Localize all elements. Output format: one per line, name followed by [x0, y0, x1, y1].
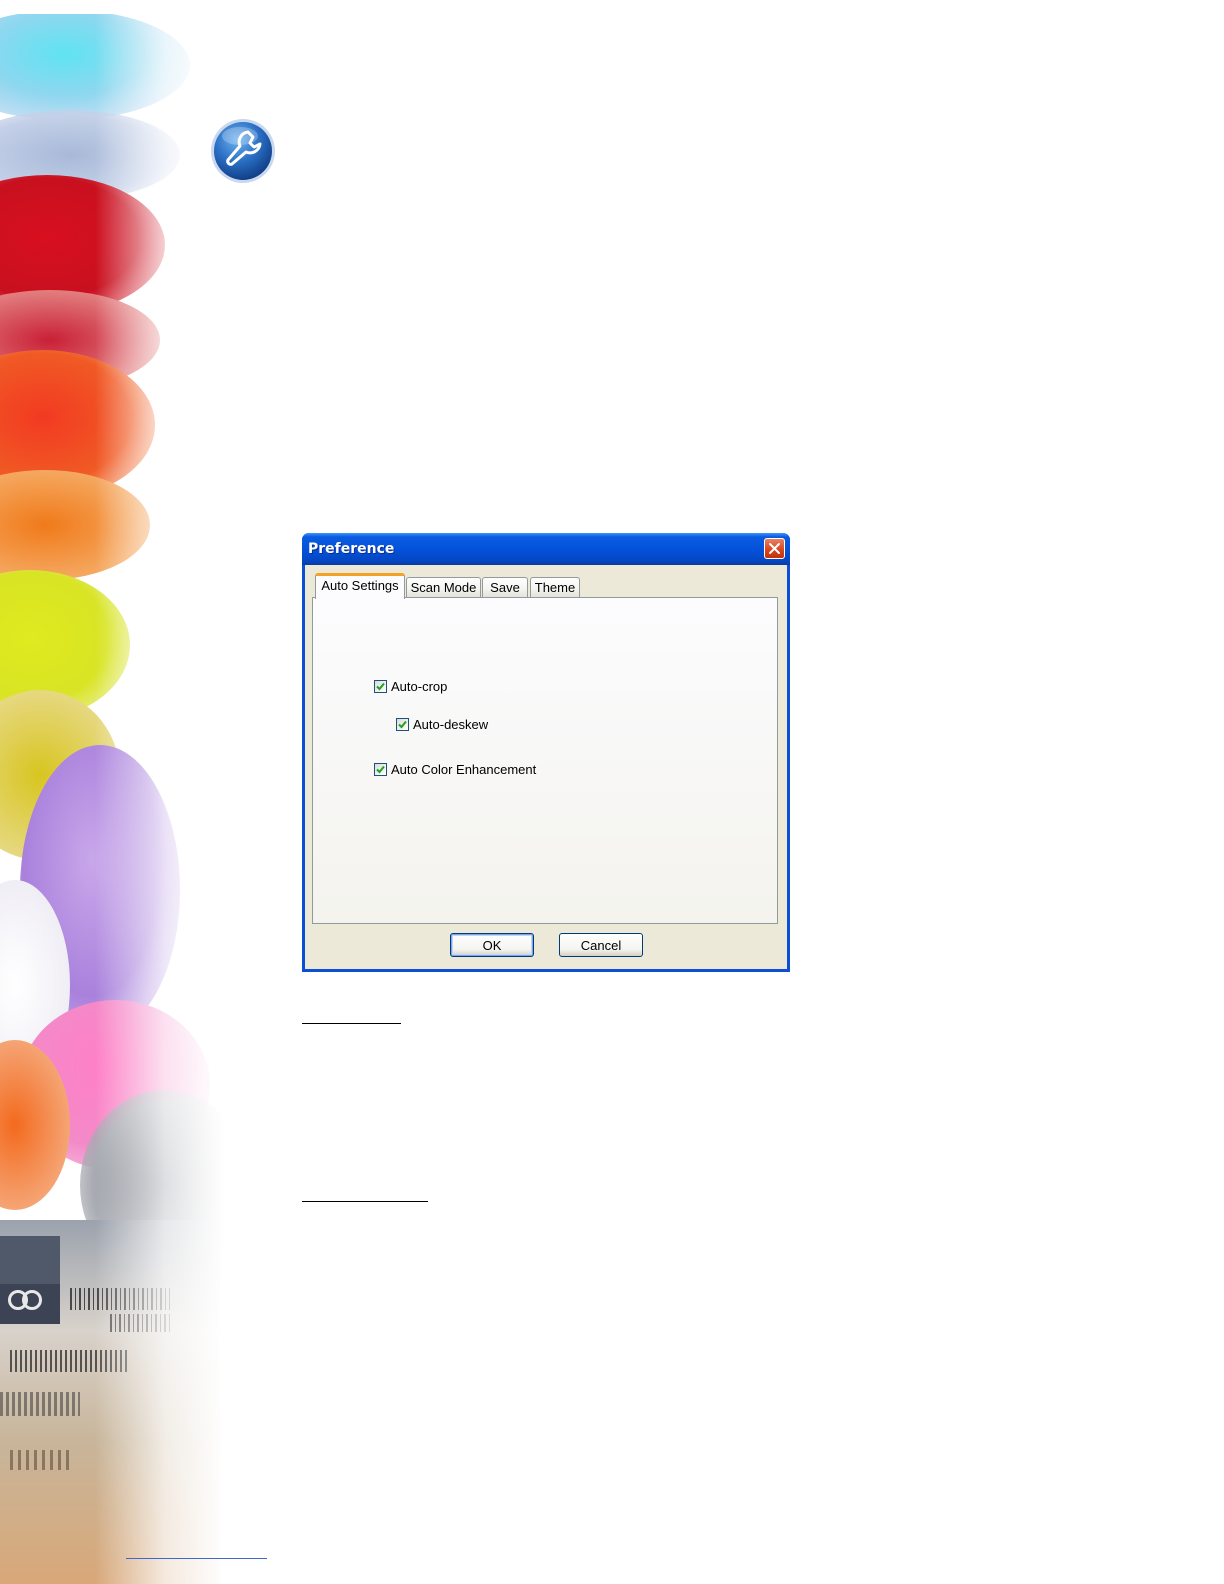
checkmark-icon: [376, 765, 385, 774]
checkmark-icon: [376, 682, 385, 691]
auto-deskew-option[interactable]: Auto-deskew: [396, 717, 488, 732]
auto-color-enhancement-checkbox[interactable]: [374, 763, 387, 776]
auto-color-enhancement-option[interactable]: Auto Color Enhancement: [374, 762, 536, 777]
auto-settings-panel: Auto-crop Auto-deskew Auto Color Enhance…: [312, 597, 778, 924]
auto-crop-checkbox[interactable]: [374, 680, 387, 693]
section-rule-2: [302, 1201, 428, 1202]
auto-color-enhancement-label: Auto Color Enhancement: [391, 762, 537, 777]
auto-deskew-checkbox[interactable]: [396, 718, 409, 731]
footer-rule: [126, 1558, 267, 1559]
cancel-button[interactable]: Cancel: [559, 933, 643, 957]
dialog-title-bar[interactable]: Preference: [302, 533, 790, 565]
ok-button[interactable]: OK: [450, 933, 534, 957]
decorative-side-image: [0, 0, 240, 1584]
tab-theme[interactable]: Theme: [530, 577, 580, 597]
close-button[interactable]: [764, 538, 785, 559]
tab-save[interactable]: Save: [482, 577, 528, 597]
wrench-icon: [210, 118, 276, 184]
checkmark-icon: [398, 720, 407, 729]
tab-scan-mode[interactable]: Scan Mode: [406, 577, 481, 597]
tab-auto-settings[interactable]: Auto Settings: [315, 573, 405, 599]
auto-crop-option[interactable]: Auto-crop: [374, 679, 447, 694]
dialog-title: Preference: [308, 541, 395, 557]
preference-dialog: Preference Auto Settings Scan Mode Save …: [302, 533, 790, 972]
section-rule-1: [302, 1023, 401, 1024]
close-icon: [769, 543, 780, 554]
auto-deskew-label: Auto-deskew: [413, 717, 489, 732]
auto-crop-label: Auto-crop: [391, 679, 448, 694]
